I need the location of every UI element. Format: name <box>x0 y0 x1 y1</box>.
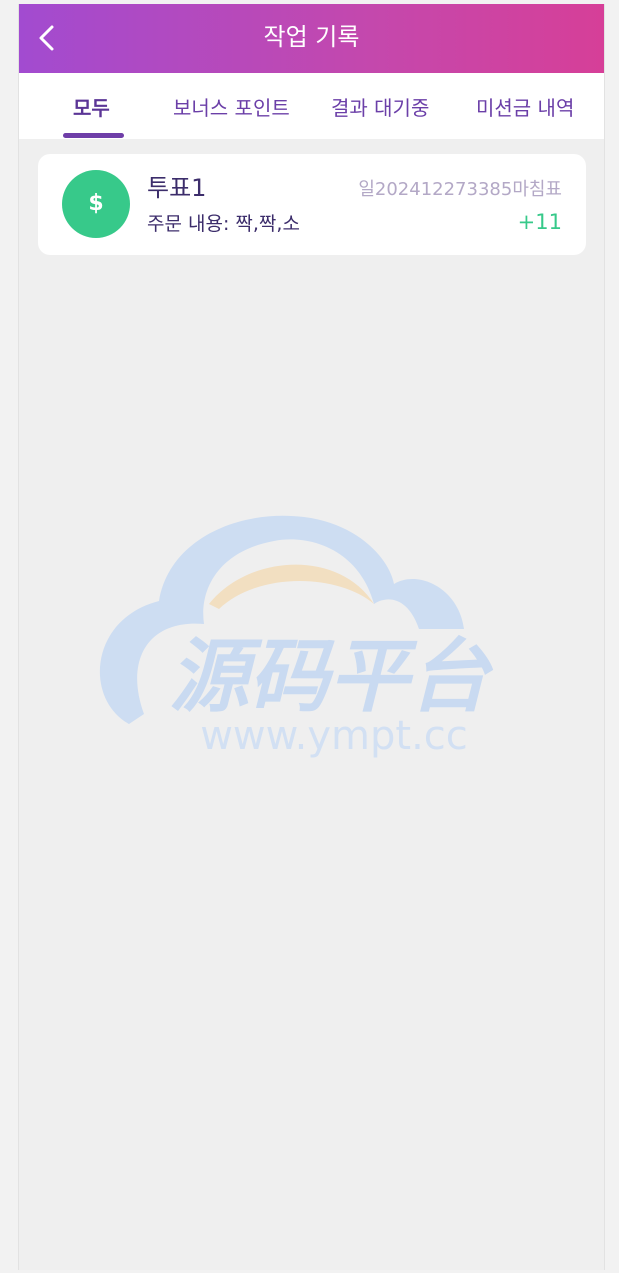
tab-bar: 모두 보너스 포인트 결과 대기중 미션금 내역 <box>19 73 604 139</box>
tab-mission-money[interactable]: 미션금 내역 <box>476 73 574 139</box>
record-title: 투표1 <box>147 174 207 202</box>
active-tab-indicator <box>63 133 124 138</box>
record-card[interactable]: $ 투표1 일202412273385마침표 주문 내용: 짝,짝,소 +11 <box>38 154 586 255</box>
watermark-logo: 源码平台 www.ympt.cc <box>99 515 494 759</box>
app-frame: 작업 기록 모두 보너스 포인트 결과 대기중 미션금 내역 $ 투표1 일20… <box>18 4 605 1270</box>
tab-all[interactable]: 모두 <box>73 73 110 139</box>
record-issue-number: 일202412273385마침표 <box>358 179 562 200</box>
page-title: 작업 기록 <box>263 23 360 51</box>
watermark-brand: 源码平台 <box>169 630 494 723</box>
record-order-content: 주문 내용: 짝,짝,소 <box>147 213 300 235</box>
watermark-url: www.ympt.cc <box>200 713 468 759</box>
tab-pending-results[interactable]: 결과 대기중 <box>331 73 429 139</box>
record-amount: +11 <box>517 210 562 234</box>
tab-bonus-points[interactable]: 보너스 포인트 <box>173 73 290 139</box>
header-bar: 작업 기록 <box>19 4 604 73</box>
dollar-coin-icon: $ <box>62 170 130 238</box>
